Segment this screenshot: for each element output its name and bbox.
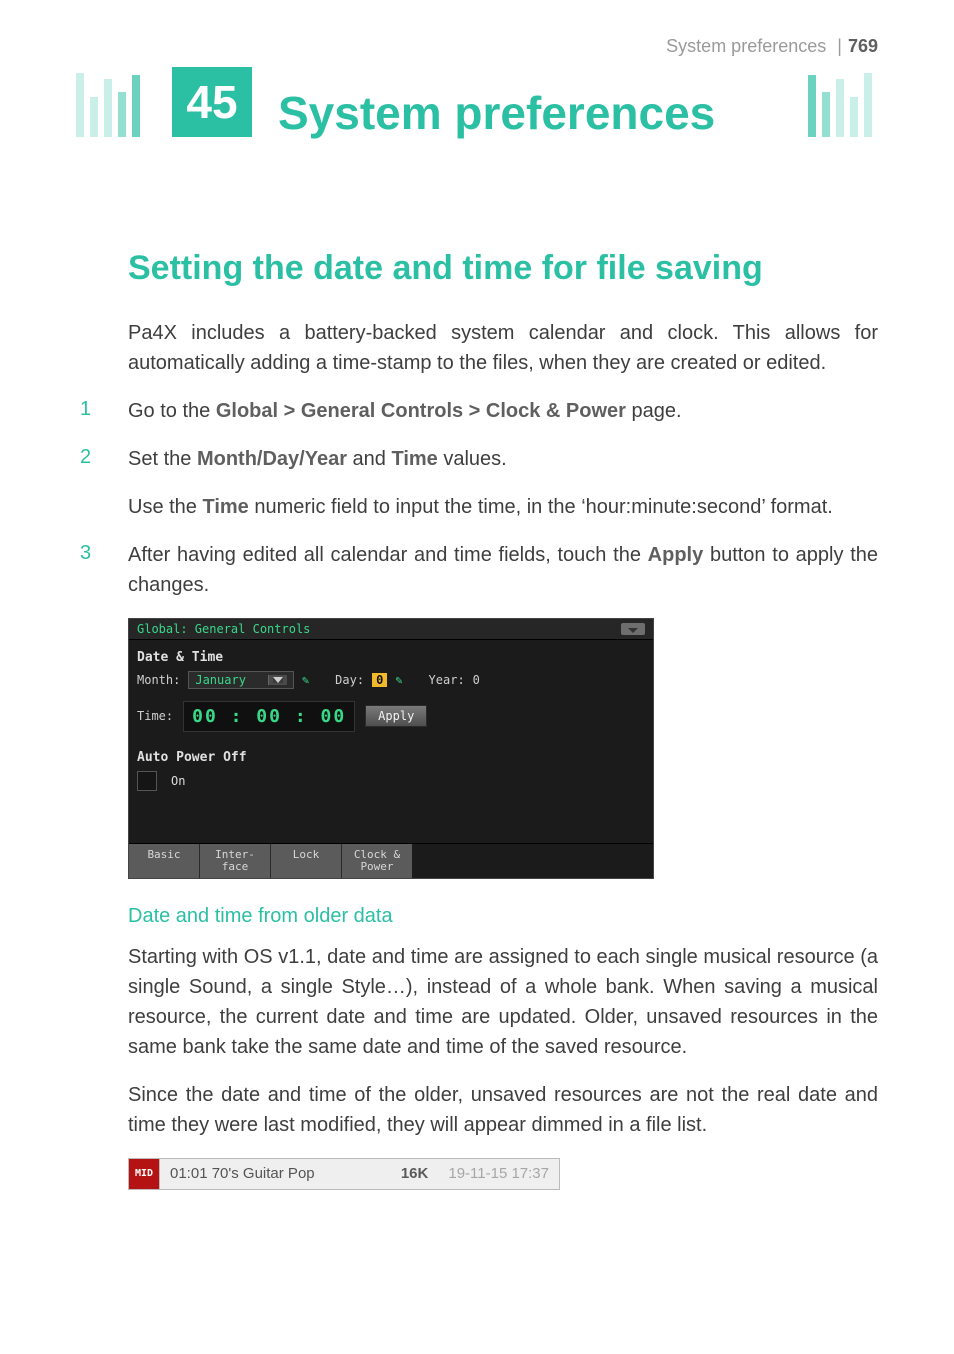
tab-clock-power[interactable]: Clock & Power bbox=[342, 844, 412, 878]
step-2-text-a: Set the bbox=[128, 448, 197, 470]
intro-paragraph: Pa4X includes a battery-backed system ca… bbox=[128, 318, 878, 378]
edit-icon[interactable]: ✎ bbox=[302, 673, 309, 687]
step-2-term1: Month/Day/Year bbox=[197, 448, 347, 470]
step-2-note-term: Time bbox=[202, 496, 248, 518]
month-label: Month: bbox=[137, 673, 180, 687]
auto-power-off-checkbox[interactable] bbox=[137, 771, 157, 791]
auto-power-off-label: On bbox=[171, 774, 185, 788]
file-name: 01:01 70's Guitar Pop bbox=[160, 1165, 391, 1182]
step-2-mid: and bbox=[347, 448, 391, 470]
step-1-text-b: page. bbox=[626, 400, 682, 422]
device-tabs: Basic Inter- face Lock Clock & Power bbox=[129, 843, 653, 878]
apply-button[interactable]: Apply bbox=[365, 705, 427, 727]
midi-file-icon: MID bbox=[129, 1159, 160, 1189]
year-label: Year: bbox=[429, 673, 465, 687]
subheading: Date and time from older data bbox=[128, 905, 878, 928]
device-title: Global: General Controls bbox=[137, 622, 310, 636]
file-date: 19-11-15 17:37 bbox=[438, 1165, 559, 1182]
month-value: January bbox=[195, 673, 246, 687]
step-2-text-b: values. bbox=[438, 448, 507, 470]
chapter-header: 45 System preferences bbox=[76, 67, 878, 137]
file-list-row: MID 01:01 70's Guitar Pop 16K 19-11-15 1… bbox=[128, 1158, 560, 1190]
running-head-title: System preferences bbox=[666, 36, 826, 56]
midi-icon-label: MID bbox=[135, 1168, 153, 1179]
step-2-term2: Time bbox=[391, 448, 437, 470]
running-head: System preferences |769 bbox=[76, 36, 878, 57]
step-3: After having edited all calendar and tim… bbox=[76, 540, 878, 600]
barcode-decoration bbox=[802, 67, 872, 137]
step-2-note-b: numeric field to input the time, in the … bbox=[249, 496, 833, 518]
device-screenshot: Global: General Controls Date & Time Mon… bbox=[128, 618, 654, 879]
file-size: 16K bbox=[391, 1165, 439, 1182]
step-1-term: Global > General Controls > Clock & Powe… bbox=[216, 400, 626, 422]
step-3-term: Apply bbox=[648, 544, 704, 566]
time-label: Time: bbox=[137, 709, 173, 723]
day-label: Day: bbox=[335, 673, 364, 687]
section-heading: Setting the date and time for file savin… bbox=[128, 247, 878, 290]
paragraph-2: Since the date and time of the older, un… bbox=[128, 1080, 878, 1140]
tab-lock[interactable]: Lock bbox=[271, 844, 342, 878]
step-2-note-a: Use the bbox=[128, 496, 202, 518]
intro-text: Pa4X includes a battery-backed system ca… bbox=[128, 318, 878, 378]
year-field[interactable]: 0 bbox=[473, 673, 480, 687]
edit-icon[interactable]: ✎ bbox=[395, 673, 402, 687]
month-dropdown[interactable]: January bbox=[188, 671, 294, 689]
tab-basic[interactable]: Basic bbox=[129, 844, 200, 878]
step-3-text-a: After having edited all calendar and tim… bbox=[128, 544, 648, 566]
day-field[interactable]: 0 bbox=[372, 673, 387, 687]
step-1: Go to the Global > General Controls > Cl… bbox=[76, 396, 878, 426]
page: System preferences |769 45 System prefer… bbox=[0, 0, 954, 1354]
chevron-down-icon[interactable] bbox=[621, 623, 645, 635]
time-field[interactable]: 00 : 00 : 00 bbox=[183, 701, 355, 732]
auto-power-off-group-label: Auto Power Off bbox=[137, 750, 645, 765]
barcode-decoration bbox=[76, 67, 146, 137]
running-head-sep: | bbox=[831, 36, 848, 56]
chapter-number: 45 bbox=[172, 67, 252, 137]
step-1-text-a: Go to the bbox=[128, 400, 216, 422]
date-time-group-label: Date & Time bbox=[137, 650, 645, 665]
chapter-title: System preferences bbox=[278, 89, 715, 137]
chevron-down-icon bbox=[273, 677, 283, 683]
page-number: 769 bbox=[848, 36, 878, 56]
step-2: Set the Month/Day/Year and Time values. … bbox=[76, 444, 878, 522]
auto-power-off-row: On bbox=[137, 771, 645, 791]
device-titlebar: Global: General Controls bbox=[129, 619, 653, 640]
tab-interface[interactable]: Inter- face bbox=[200, 844, 271, 878]
steps-list: Go to the Global > General Controls > Cl… bbox=[76, 396, 878, 600]
paragraph-1: Starting with OS v1.1, date and time are… bbox=[128, 942, 878, 1062]
